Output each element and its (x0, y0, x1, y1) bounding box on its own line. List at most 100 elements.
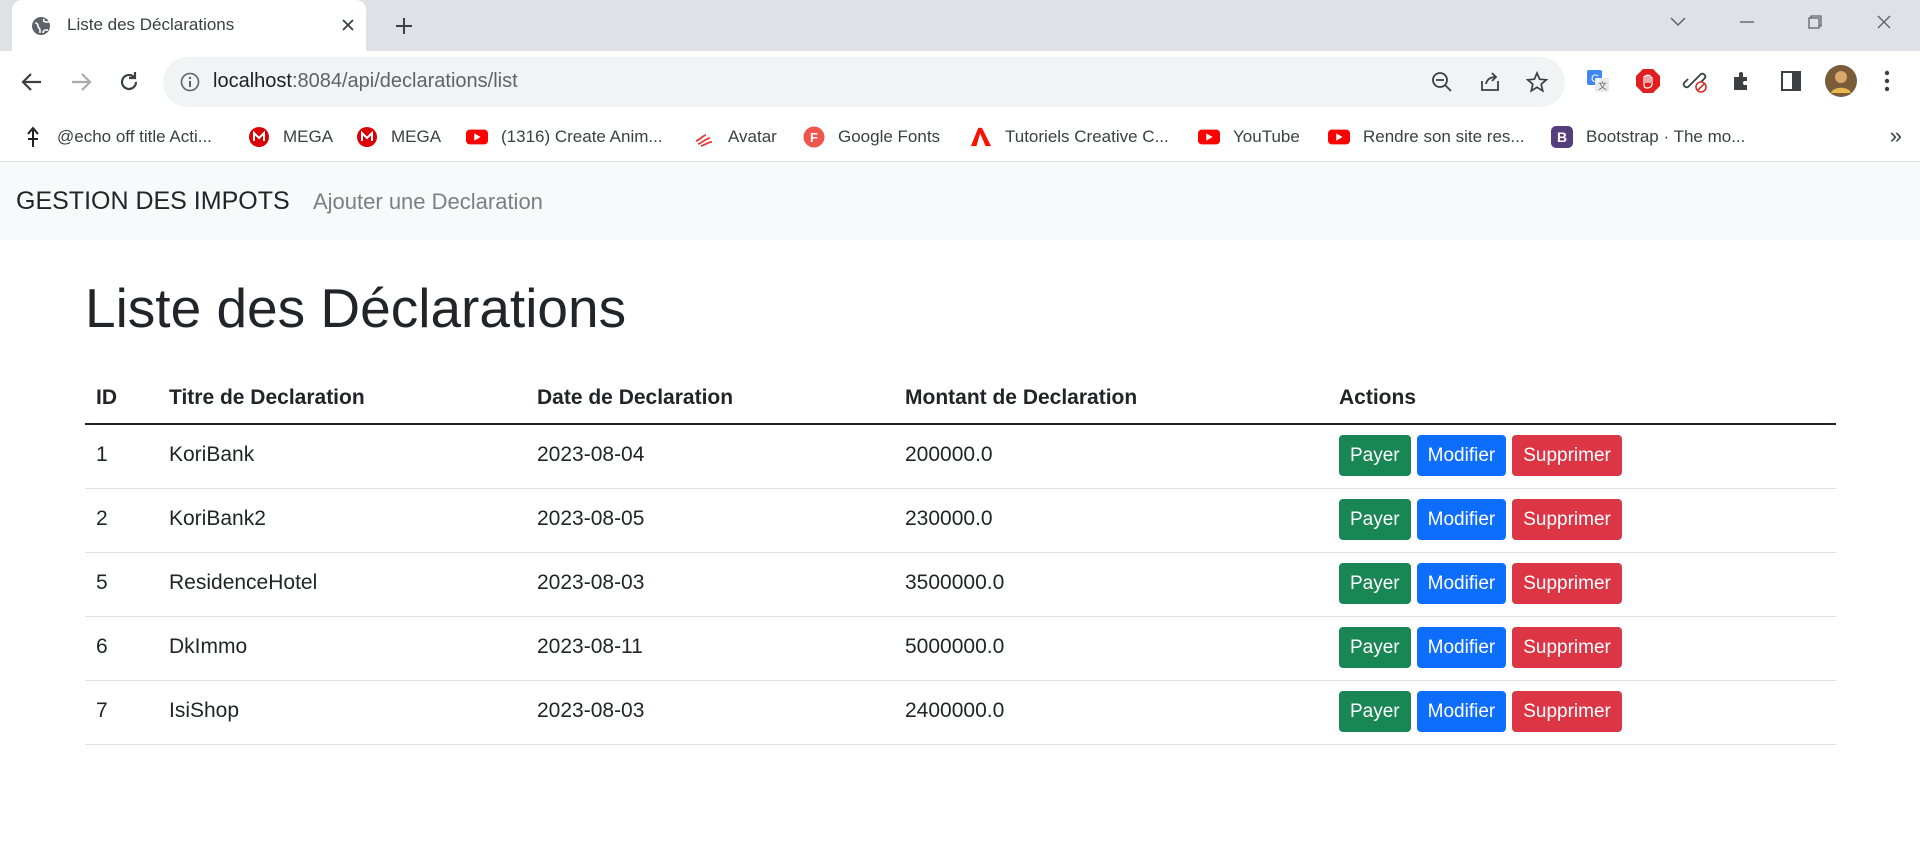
cell-title: KoriBank2 (169, 507, 266, 530)
tab-title: Liste des Déclarations (67, 15, 235, 34)
restore-icon[interactable] (1795, 8, 1835, 36)
avatar[interactable] (1824, 64, 1858, 98)
link-blocked-extension-icon[interactable] (1680, 66, 1710, 96)
delete-button[interactable]: Supprimer (1512, 499, 1622, 540)
zoom-out-icon[interactable] (1430, 70, 1454, 94)
bookmark-item[interactable]: F Google Fonts (803, 124, 940, 150)
edit-button[interactable]: Modifier (1416, 435, 1507, 476)
edit-button[interactable]: Modifier (1416, 563, 1507, 604)
cell-id: 2 (96, 507, 108, 530)
bookmark-label: MEGA (283, 127, 334, 146)
adblock-extension-icon[interactable] (1633, 66, 1663, 96)
bookmark-label: Rendre son site res... (1363, 127, 1525, 146)
bookmark-star-icon[interactable] (1525, 70, 1549, 94)
side-panel-icon[interactable] (1776, 66, 1806, 96)
forward-arrow-icon[interactable] (64, 65, 98, 99)
delete-button[interactable]: Supprimer (1512, 435, 1622, 476)
bookmark-item[interactable]: B Bootstrap · The mo... (1551, 124, 1745, 150)
cell-amount: 2400000.0 (905, 699, 1005, 722)
adobe-icon (970, 126, 992, 148)
table-row: 6 DkImmo 2023-08-11 5000000.0 Payer Modi… (85, 617, 1836, 681)
table-row: 1 KoriBank 2023-08-04 200000.0 Payer Mod… (85, 425, 1836, 489)
pay-button[interactable]: Payer (1339, 499, 1411, 540)
cell-id: 7 (96, 699, 108, 722)
youtube-icon (466, 126, 488, 148)
row-actions: Payer Modifier Supprimer (1339, 563, 1622, 604)
url-text[interactable]: localhost:8084/api/declarations/list (213, 70, 518, 93)
reload-icon[interactable] (112, 65, 146, 99)
row-actions: Payer Modifier Supprimer (1339, 627, 1622, 668)
cell-date: 2023-08-11 (537, 635, 643, 658)
add-declaration-link[interactable]: Ajouter une Declaration (313, 189, 543, 215)
column-header-id: ID (96, 386, 117, 409)
puzzle-extensions-icon[interactable] (1728, 66, 1758, 96)
table-row: 2 KoriBank2 2023-08-05 230000.0 Payer Mo… (85, 489, 1836, 553)
close-tab-icon[interactable] (337, 14, 359, 36)
bookmark-item[interactable]: @echo off title Acti... (22, 124, 212, 150)
tab-strip: Liste des Déclarations (0, 0, 1920, 51)
delete-button[interactable]: Supprimer (1512, 691, 1622, 732)
app-navbar: GESTION DES IMPOTS Ajouter une Declarati… (0, 162, 1920, 240)
translate-extension-icon[interactable]: G文 (1583, 66, 1613, 96)
bookmark-item[interactable]: Tutoriels Creative C... (970, 124, 1169, 150)
cell-amount: 3500000.0 (905, 571, 1005, 594)
edit-button[interactable]: Modifier (1416, 627, 1507, 668)
edit-button[interactable]: Modifier (1416, 691, 1507, 732)
new-tab-icon[interactable] (390, 12, 418, 40)
delete-button[interactable]: Supprimer (1512, 627, 1622, 668)
navbar-brand[interactable]: GESTION DES IMPOTS (16, 187, 290, 216)
cell-date: 2023-08-03 (537, 571, 645, 594)
pay-button[interactable]: Payer (1339, 563, 1411, 604)
minimize-icon[interactable] (1727, 8, 1767, 36)
cell-title: DkImmo (169, 635, 248, 658)
bootstrap-icon: B (1551, 126, 1573, 148)
close-window-icon[interactable] (1864, 8, 1904, 36)
pay-button[interactable]: Payer (1339, 691, 1411, 732)
avatar-icon (693, 126, 715, 148)
youtube-icon (1198, 126, 1220, 148)
row-actions: Payer Modifier Supprimer (1339, 435, 1622, 476)
column-header-amount: Montant de Declaration (905, 386, 1138, 409)
bookmarks-bar: @echo off title Acti... MEGA MEGA (1316)… (0, 113, 1920, 162)
column-header-title: Titre de Declaration (169, 386, 365, 409)
row-actions: Payer Modifier Supprimer (1339, 691, 1622, 732)
globe-icon (31, 16, 51, 36)
menu-kebab-icon[interactable] (1872, 66, 1902, 96)
cell-id: 5 (96, 571, 108, 594)
bookmark-item[interactable]: (1316) Create Anim... (466, 124, 663, 150)
browser-toolbar: localhost:8084/api/declarations/list (0, 51, 1920, 113)
browser-tab[interactable]: Liste des Déclarations (12, 0, 366, 51)
tab-search-icon[interactable] (1658, 8, 1698, 36)
cell-amount: 230000.0 (905, 507, 993, 530)
share-icon[interactable] (1478, 70, 1502, 94)
youtube-icon (1328, 126, 1350, 148)
address-bar[interactable]: localhost:8084/api/declarations/list (163, 57, 1565, 107)
bookmark-item[interactable]: MEGA (356, 124, 441, 150)
bookmark-item[interactable]: MEGA (248, 124, 333, 150)
bookmark-item[interactable]: YouTube (1198, 124, 1300, 150)
table-row: 7 IsiShop 2023-08-03 2400000.0 Payer Mod… (85, 681, 1836, 745)
pay-button[interactable]: Payer (1339, 435, 1411, 476)
bookmark-label: Bootstrap · The mo... (1586, 127, 1746, 146)
bookmark-label: Tutoriels Creative C... (1005, 127, 1169, 146)
more-bookmarks-icon[interactable]: » (1890, 123, 1902, 149)
pin-icon (22, 126, 44, 148)
bookmark-item[interactable]: Rendre son site res... (1328, 124, 1525, 150)
cell-amount: 200000.0 (905, 443, 993, 466)
bookmark-item[interactable]: Avatar (693, 124, 777, 150)
cell-id: 6 (96, 635, 108, 658)
column-header-date: Date de Declaration (537, 386, 734, 409)
table-row: 5 ResidenceHotel 2023-08-03 3500000.0 Pa… (85, 553, 1836, 617)
bookmark-label: Avatar (728, 127, 777, 146)
page-title: Liste des Déclarations (85, 277, 627, 339)
pay-button[interactable]: Payer (1339, 627, 1411, 668)
edit-button[interactable]: Modifier (1416, 499, 1507, 540)
delete-button[interactable]: Supprimer (1512, 563, 1622, 604)
mega-icon (356, 126, 378, 148)
mega-icon (248, 126, 270, 148)
bookmark-label: MEGA (391, 127, 442, 146)
back-arrow-icon[interactable] (15, 65, 49, 99)
site-info-icon[interactable] (180, 72, 200, 92)
cell-title: IsiShop (169, 699, 240, 722)
svg-text:文: 文 (1598, 80, 1607, 91)
